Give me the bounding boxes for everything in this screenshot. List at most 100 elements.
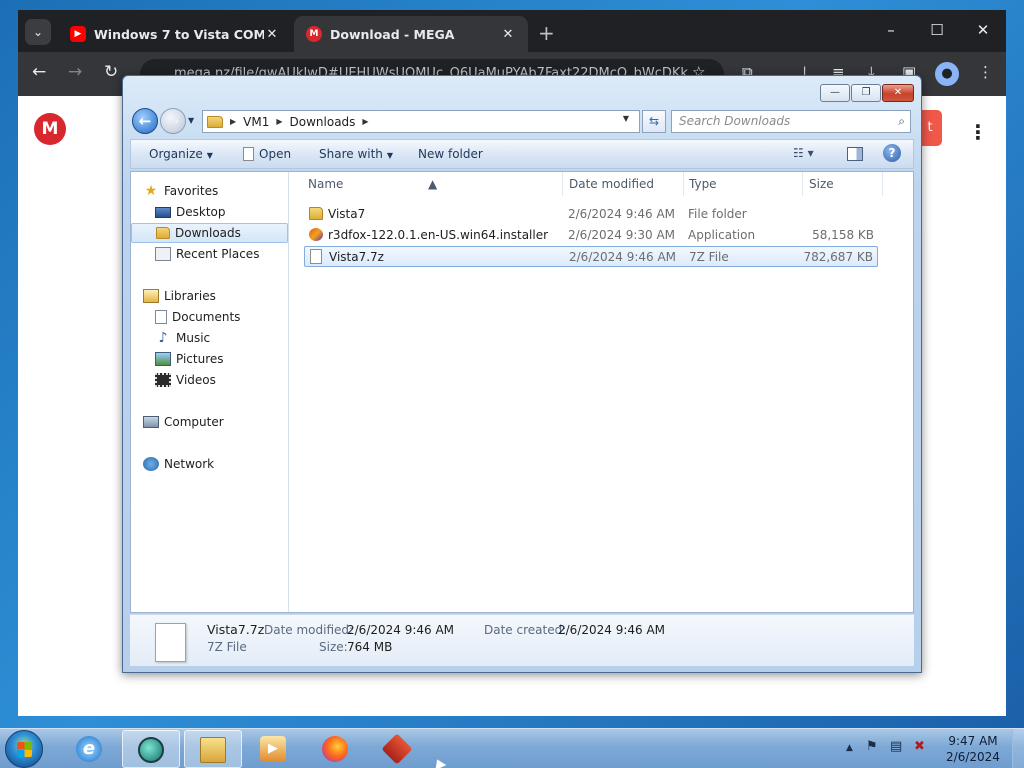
profile-avatar-icon[interactable]: ● [935,62,959,86]
back-button[interactable]: ← [132,108,158,134]
details-created-value: 2/6/2024 9:46 AM [558,623,666,637]
navigation-pane: ★ Favorites Desktop Downloads Recent Plac… [131,172,289,612]
nav-network[interactable]: Network [143,454,300,474]
desktop-icon [155,206,171,218]
network-tray-icon[interactable]: ▤ [890,739,902,754]
table-row-selected[interactable]: Vista7.7z 2/6/2024 9:46 AM 7Z File 782,6… [304,246,878,267]
back-arrow-icon[interactable]: ← [32,62,46,82]
column-date-modified[interactable]: Date modified [569,177,654,191]
search-input[interactable]: Search Downloads ⌕ [671,110,911,133]
open-label: Open [259,147,292,161]
details-size-label: Size: [319,640,348,654]
tab-youtube[interactable]: ▶ Windows 7 to Vista COMPLETE ✕ [58,16,292,52]
nav-label: Documents [172,310,241,324]
table-row[interactable]: r3dfox-122.0.1.en-US.win64.installer 2/6… [304,225,878,246]
nav-libraries[interactable]: Libraries [143,286,300,306]
browser-window-controls: – ☐ ✕ [868,10,1006,52]
chevron-right-icon[interactable]: ▶ [230,117,236,126]
column-divider[interactable] [683,172,684,196]
nav-label: Music [176,331,211,345]
help-icon[interactable]: ? [883,144,901,162]
nav-documents[interactable]: Documents [155,307,288,327]
nav-label: Videos [176,373,216,387]
nav-pictures[interactable]: Pictures [155,349,288,369]
tab-mega[interactable]: M Download - MEGA ✕ [294,16,528,52]
recent-pages-dropdown-icon[interactable]: ▼ [188,116,194,125]
minimize-button[interactable]: – [868,10,914,52]
column-divider[interactable] [882,172,883,196]
nav-music[interactable]: ♪ Music [155,328,288,348]
table-row[interactable]: Vista7 2/6/2024 9:46 AM File folder [304,204,878,225]
folder-icon [207,115,223,128]
tab-close-icon[interactable]: ✕ [264,27,280,42]
breadcrumb[interactable]: ▶ VM1 ▶ Downloads ▶ ▼ [202,110,640,133]
new-folder-button[interactable]: New folder [418,147,483,161]
open-button[interactable]: Open [243,147,291,161]
column-type[interactable]: Type [689,177,717,191]
explorer-close-button[interactable]: ✕ [882,84,914,102]
column-divider[interactable] [562,172,563,196]
address-dropdown-icon[interactable]: ▼ [623,114,629,123]
column-divider[interactable] [802,172,803,196]
mega-logo[interactable]: M [34,113,66,145]
nav-computer[interactable]: Computer [143,412,300,432]
chevron-right-icon[interactable]: ▶ [276,117,282,126]
nav-label: Recent Places [176,247,260,261]
change-view-button[interactable]: ☷ ▾ [793,146,814,160]
explorer-minimize-button[interactable]: — [820,84,850,102]
pictures-icon [155,352,171,366]
taskbar: e ▶ ▲ ⚑ ▤ ✖ 9:47 AM 2/6/2024 [0,728,1024,768]
maximize-button[interactable]: ☐ [914,10,960,52]
preview-pane-button[interactable] [847,147,863,161]
volume-muted-icon[interactable]: ✖ [914,739,925,754]
file-size: 782,687 KB [803,250,873,264]
nav-label: Desktop [176,205,226,219]
details-modified-value: 2/6/2024 9:46 AM [347,623,455,637]
taskbar-app-internet-explorer[interactable]: e [60,730,118,768]
organize-button[interactable]: Organize ▼ [149,147,213,161]
taskbar-app-explorer[interactable] [184,730,242,768]
share-with-button[interactable]: Share with ▼ [319,147,393,161]
menu-kebab-icon[interactable]: ⋮ [978,63,993,81]
nav-label: Pictures [176,352,224,366]
forward-arrow-icon[interactable]: → [68,62,82,82]
windows-logo-icon [17,742,32,757]
action-center-flag-icon[interactable]: ⚑ [866,739,878,754]
file-type: File folder [688,207,747,221]
chevron-right-icon[interactable]: ▶ [362,117,368,126]
explorer-maximize-button[interactable]: ❐ [851,84,881,102]
breadcrumb-item-vm1[interactable]: VM1 [243,115,269,129]
mega-menu-kebab-icon[interactable]: ⋮ [968,120,988,144]
refresh-button[interactable]: ⇆ [642,110,666,133]
taskbar-app-mega[interactable] [368,730,426,768]
breadcrumb-item-downloads[interactable]: Downloads [290,115,356,129]
system-clock[interactable]: 9:47 AM 2/6/2024 [938,733,1008,765]
show-hidden-icons-button[interactable]: ▲ [846,743,853,753]
share-with-label: Share with [319,147,383,161]
documents-icon [155,310,167,324]
column-name[interactable]: Name [308,177,343,191]
libraries-icon [143,289,159,303]
new-tab-button[interactable]: + [538,21,555,45]
tab-search-button[interactable]: ⌄ [25,19,51,45]
nav-favorites[interactable]: ★ Favorites [143,181,300,201]
details-file-name: Vista7.7z [207,622,265,637]
nav-desktop[interactable]: Desktop [155,202,288,222]
reload-icon[interactable]: ↻ [104,62,118,82]
nav-downloads[interactable]: Downloads [131,223,288,243]
taskbar-app-media-player[interactable]: ▶ [244,730,302,768]
clock-date: 2/6/2024 [946,750,1000,764]
close-button[interactable]: ✕ [960,10,1006,52]
tab-close-icon[interactable]: ✕ [500,27,516,42]
start-button[interactable] [5,730,43,768]
nav-videos[interactable]: Videos [155,370,288,390]
details-created-label: Date created: [484,623,567,637]
taskbar-app-firefox[interactable] [306,730,364,768]
column-size[interactable]: Size [809,177,834,191]
show-desktop-button[interactable] [1012,729,1024,768]
taskbar-app-media-center[interactable] [122,730,180,768]
file-date: 2/6/2024 9:30 AM [568,228,676,242]
computer-icon [143,416,159,428]
forward-button[interactable]: → [160,108,186,134]
nav-recent-places[interactable]: Recent Places [155,244,288,264]
